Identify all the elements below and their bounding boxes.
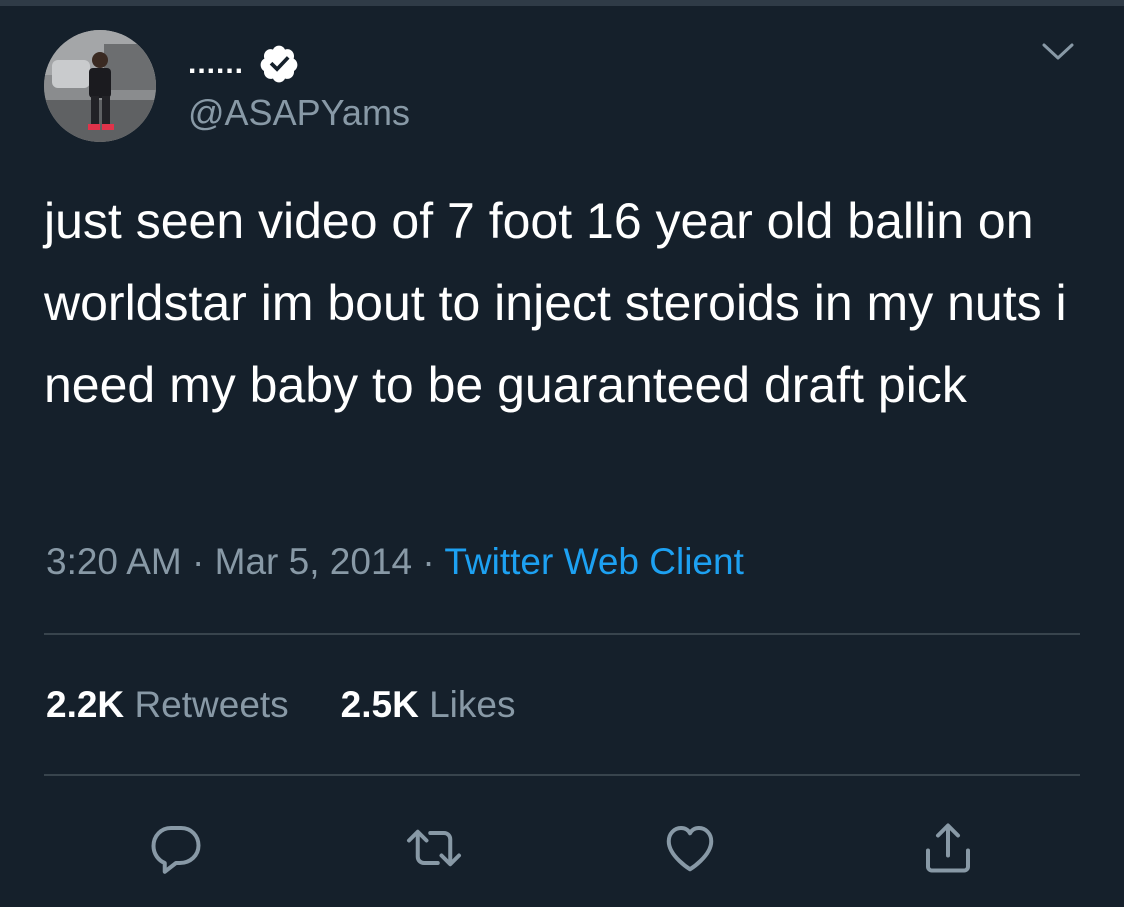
- share-button[interactable]: [918, 818, 978, 878]
- tweet-time[interactable]: 3:20 AM: [46, 541, 182, 582]
- retweet-button[interactable]: [404, 818, 464, 878]
- verified-badge-icon: [260, 45, 298, 83]
- tweet-date[interactable]: Mar 5, 2014: [215, 541, 412, 582]
- reply-icon: [151, 826, 201, 874]
- meta-separator: ·: [422, 541, 435, 582]
- chevron-down-icon[interactable]: [1038, 36, 1078, 66]
- divider: [44, 633, 1080, 635]
- like-button[interactable]: [660, 818, 720, 878]
- display-name-row[interactable]: ......: [188, 38, 300, 90]
- avatar[interactable]: [44, 30, 156, 142]
- tweet-stats: 2.2K Retweets 2.5K Likes: [46, 684, 516, 726]
- tweet-meta: 3:20 AM · Mar 5, 2014 · Twitter Web Clie…: [46, 541, 744, 583]
- tweet-source-link[interactable]: Twitter Web Client: [444, 541, 744, 582]
- display-name: ......: [188, 47, 245, 80]
- user-handle[interactable]: @ASAPYams: [188, 92, 410, 134]
- retweets-count: 2.2K: [46, 684, 125, 725]
- reply-button[interactable]: [146, 818, 206, 878]
- heart-icon: [666, 826, 714, 872]
- share-icon: [926, 823, 970, 873]
- likes-label: Likes: [429, 684, 516, 725]
- tweet-text: just seen video of 7 foot 16 year old ba…: [44, 193, 1067, 413]
- retweet-icon: [407, 829, 461, 867]
- retweets-stat[interactable]: 2.2K Retweets: [46, 684, 289, 726]
- likes-count: 2.5K: [340, 684, 419, 725]
- tweet-card: ...... @ASAPYams just seen video of 7 fo…: [0, 0, 1124, 907]
- retweets-label: Retweets: [134, 684, 289, 725]
- likes-stat[interactable]: 2.5K Likes: [341, 684, 516, 726]
- divider: [44, 774, 1080, 776]
- meta-separator: ·: [192, 541, 205, 582]
